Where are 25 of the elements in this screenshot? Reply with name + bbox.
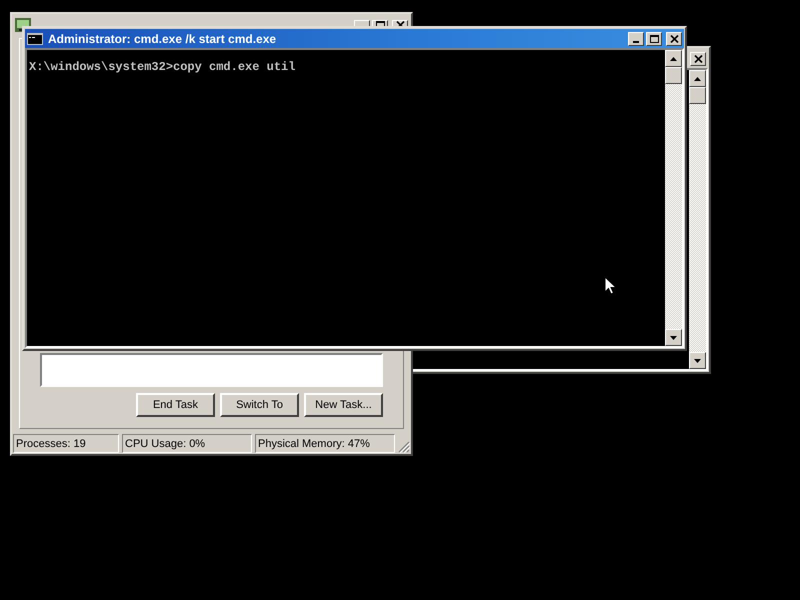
status-field: Physical Memory: 47% [255,434,395,453]
scrollbar[interactable] [665,50,682,346]
window-title: Administrator: cmd.exe /k start cmd.exe [48,32,276,46]
maximize-icon [650,34,658,42]
maximize-icon [376,20,384,28]
status-field: Processes: 19 [13,434,119,453]
down-arrow-icon [670,336,677,340]
cursor-icon [604,276,616,295]
task-button[interactable]: End Task [136,393,215,417]
minimize-icon [633,40,639,42]
task-button[interactable]: New Task... [304,393,383,417]
status-field: CPU Usage: 0% [122,434,252,453]
down-arrow-icon [694,358,701,362]
scroll-thumb[interactable] [689,87,706,104]
scroll-thumb[interactable] [665,67,682,84]
scrollbar[interactable] [689,70,706,369]
console-line: X:\windows\system32>copy cmd.exe util [29,60,296,74]
up-arrow-icon [670,56,677,60]
close-button[interactable] [666,32,682,46]
up-arrow-icon [694,76,701,80]
task-list[interactable] [40,353,383,387]
resize-grip-icon [398,441,410,453]
console-icon [27,32,43,44]
task-button[interactable]: Switch To [220,393,299,417]
maximize-button[interactable] [646,32,662,46]
